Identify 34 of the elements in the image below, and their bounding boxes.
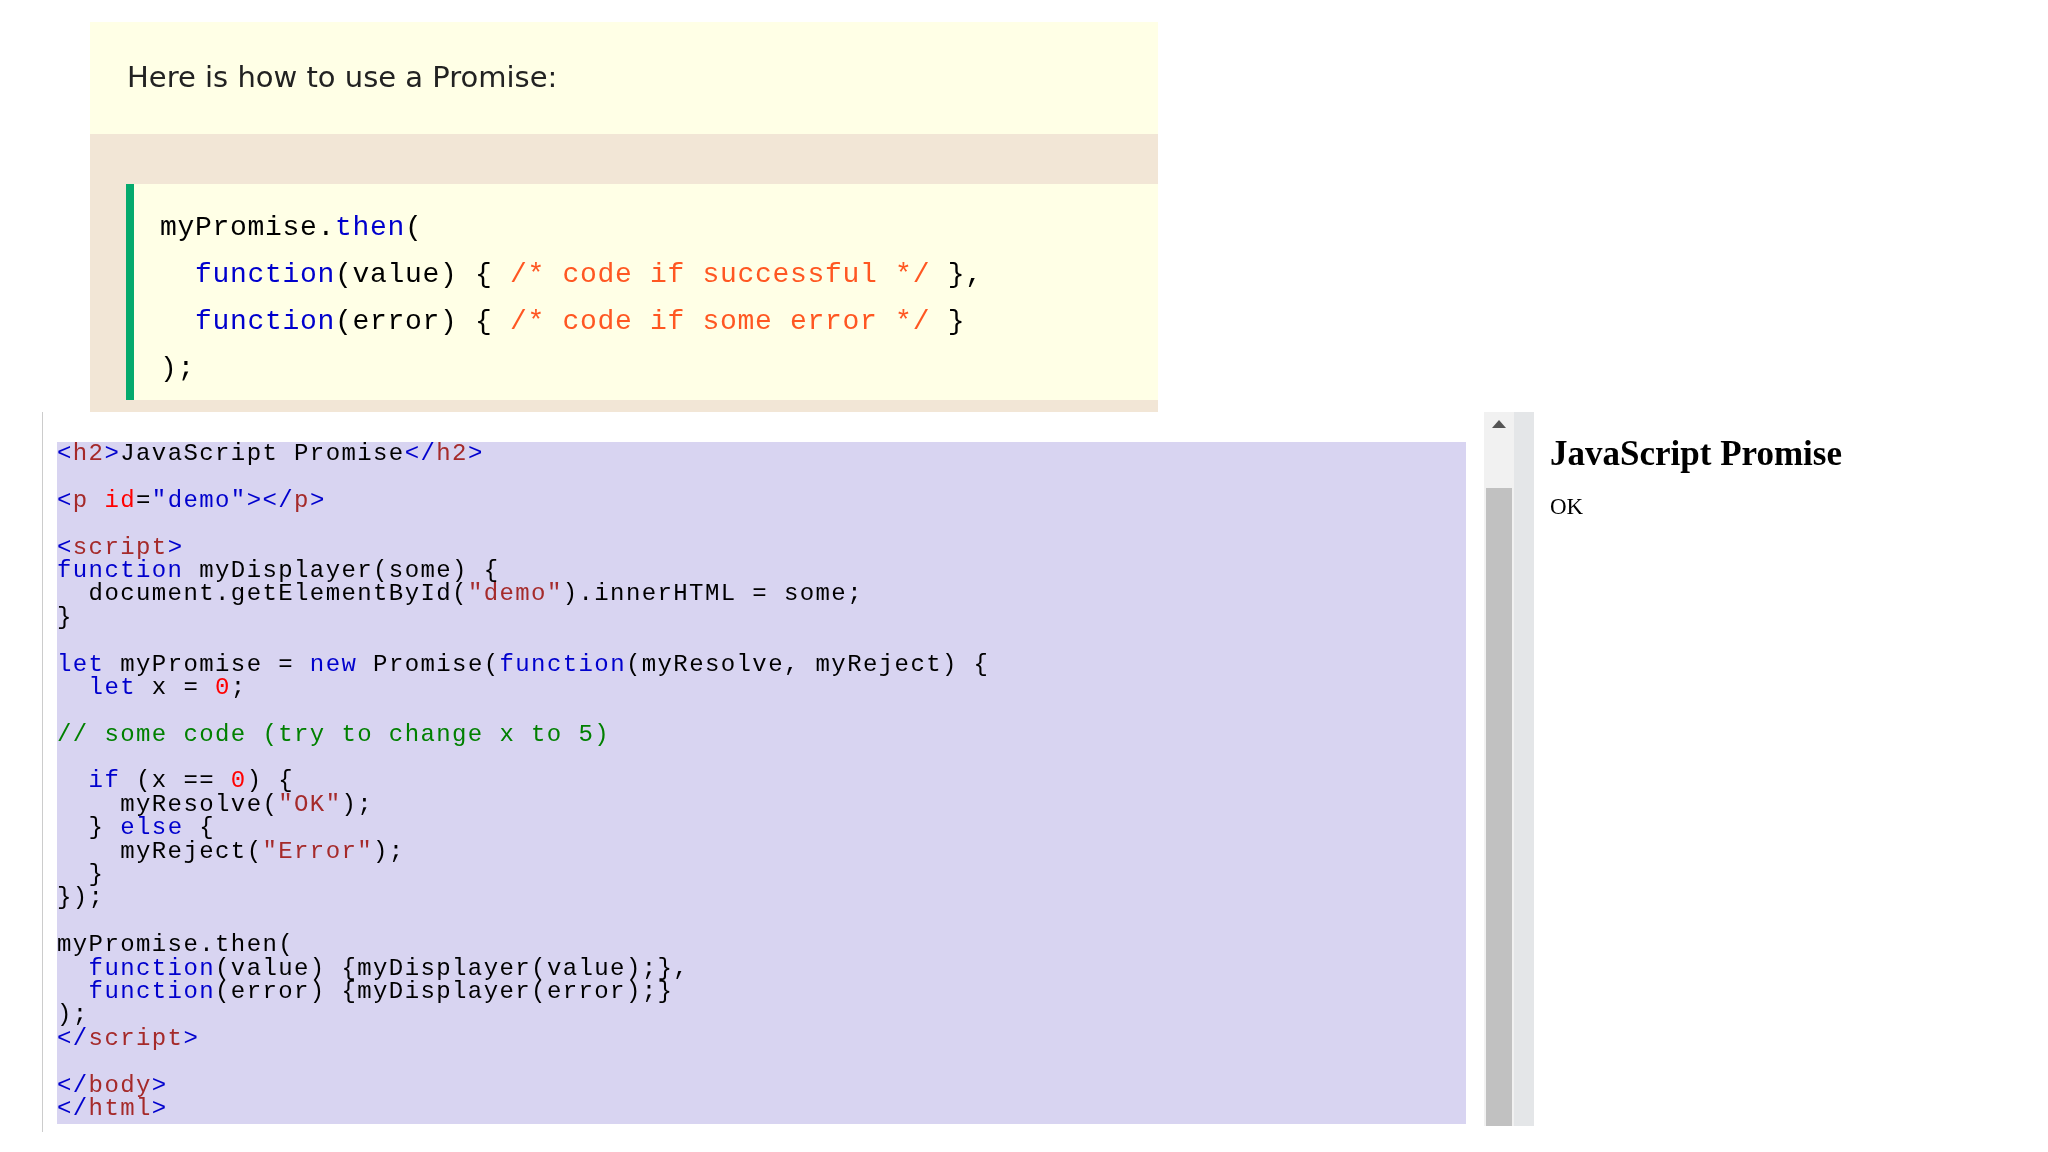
code-line: );	[57, 1003, 90, 1027]
code-line: });	[57, 886, 106, 910]
code-editor[interactable]	[42, 412, 1466, 1132]
code-line: </script>	[57, 1026, 201, 1051]
code-line: myResolve("OK");	[119, 792, 375, 817]
scrollbar[interactable]	[1484, 412, 1514, 1126]
resize-handle[interactable]	[1514, 412, 1534, 1126]
code-line: document.getElementById("demo").innerHTML = some;	[87, 582, 864, 606]
code-line: }	[57, 605, 74, 630]
code-line: </html>	[57, 1096, 169, 1121]
code-line: function(value) {myDisplayer(value);},	[88, 956, 691, 980]
code-line: myPromise.then(	[57, 933, 295, 957]
code-line: }	[88, 863, 106, 887]
code-line: let x = 0;	[87, 675, 247, 700]
code-line: );	[160, 352, 196, 386]
code-line: </body>	[57, 1073, 169, 1097]
code-line: function(value) { /* code if successful */ },	[194, 258, 984, 292]
note-text: Here is how to use a Promise:	[126, 59, 559, 96]
code-line: } else {	[87, 816, 216, 840]
code-line: let myPromise = new Promise(function(myResolve, myReject) {	[57, 652, 991, 676]
code-line: <h2>JavaScript Promise</h2>	[57, 442, 485, 466]
result-output: OK	[1550, 494, 1585, 520]
scroll-up-icon[interactable]	[1492, 420, 1506, 428]
code-line: myPromise.then(	[160, 211, 424, 245]
code-line: <script>	[57, 535, 185, 559]
code-line: function myDisplayer(some) {	[57, 558, 500, 583]
code-line: myReject("Error");	[119, 839, 406, 864]
code-line: if (x == 0) {	[87, 769, 295, 793]
code-line: <p id="demo"></p>	[57, 488, 327, 513]
scrollbar-thumb[interactable]	[1486, 488, 1512, 1126]
code-line: // some code (try to change x to 5)	[57, 722, 612, 747]
code-line: function(error) { /* code if some error */ }	[194, 305, 967, 339]
result-heading: JavaScript Promise	[1550, 434, 1842, 474]
code-line: function(error) {myDisplayer(error);}	[87, 980, 674, 1004]
